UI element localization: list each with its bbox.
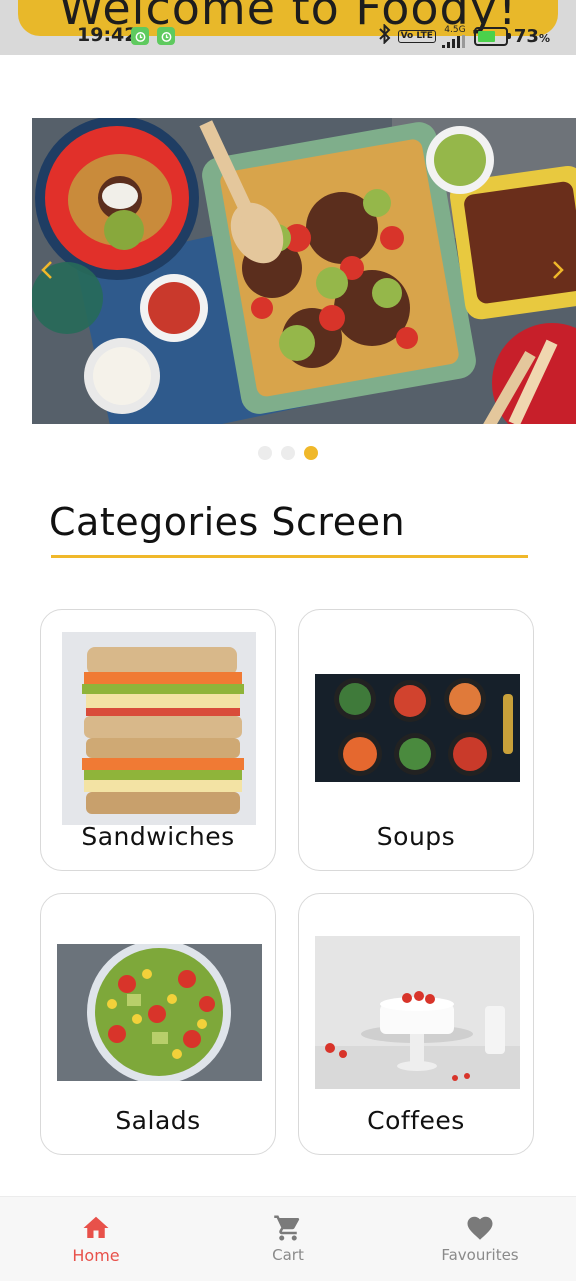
carousel-indicators [0, 446, 576, 460]
page-title: Categories Screen [49, 500, 406, 544]
battery-percent: 73% [513, 25, 550, 47]
chevron-right-icon [553, 261, 564, 279]
carousel-next-arrow[interactable] [546, 258, 570, 282]
network-indicator: 4.5G [441, 24, 468, 48]
volte-badge: Vo LTE [397, 29, 436, 43]
category-label: Soups [376, 822, 456, 851]
network-type: 4.5G [444, 24, 466, 35]
category-card-soups[interactable]: Soups [298, 609, 534, 871]
heart-icon [467, 1216, 493, 1240]
carousel-dot[interactable] [258, 446, 272, 460]
chevron-left-icon [41, 261, 52, 279]
bluetooth-icon [378, 23, 392, 48]
sandwich-image [62, 632, 256, 825]
nav-label: Cart [272, 1246, 304, 1264]
nav-home[interactable]: Home [0, 1197, 192, 1281]
carousel-dot[interactable] [281, 446, 295, 460]
salad-image [57, 944, 262, 1081]
category-card-sandwiches[interactable]: Sandwiches [40, 609, 276, 871]
category-label: Salads [115, 1106, 201, 1135]
title-underline [51, 555, 528, 558]
battery-icon [473, 26, 511, 46]
soup-image [315, 674, 520, 782]
bottom-navigation: Home Cart Favourites [0, 1196, 576, 1281]
category-card-salads[interactable]: Salads [40, 893, 276, 1155]
carousel-image [32, 118, 576, 424]
nav-label: Home [72, 1246, 120, 1265]
home-icon [83, 1216, 109, 1238]
category-card-coffees[interactable]: Coffees [298, 893, 534, 1155]
nav-label: Favourites [441, 1246, 519, 1264]
alarm-icon [157, 27, 175, 45]
carousel-prev-arrow[interactable] [35, 258, 59, 282]
status-time: 19:42 [77, 24, 138, 46]
category-label: Sandwiches [81, 822, 235, 851]
status-bar: Welcome to Foody! 19:42 Vo LTE 4.5G 73% [0, 0, 576, 55]
nav-favourites[interactable]: Favourites [384, 1197, 576, 1281]
signal-icon [441, 34, 465, 48]
cake-image [315, 936, 520, 1089]
alarm-icon [131, 27, 149, 45]
cart-icon [274, 1215, 300, 1241]
food-carousel[interactable] [32, 118, 576, 424]
carousel-dot-active[interactable] [304, 446, 318, 460]
category-label: Coffees [367, 1106, 465, 1135]
nav-cart[interactable]: Cart [192, 1197, 384, 1281]
